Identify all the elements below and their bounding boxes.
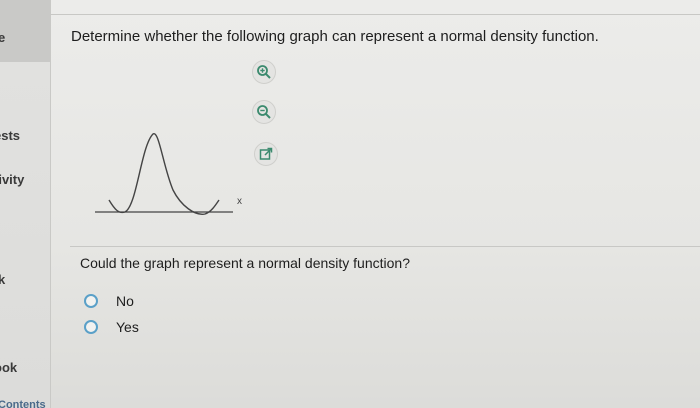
curve — [108, 133, 220, 215]
section-divider — [70, 246, 700, 247]
option-no-label: No — [116, 293, 134, 309]
option-yes-label: Yes — [116, 319, 139, 335]
page: e ests tivity k ook Contents Determine w… — [0, 0, 700, 408]
zoom-out-button[interactable] — [252, 100, 276, 124]
sidebar: e ests tivity k ook Contents — [0, 0, 51, 408]
sidebar-item-tests[interactable]: ests — [0, 128, 20, 143]
sidebar-item-contents[interactable]: Contents — [0, 399, 46, 408]
sidebar-item-activity[interactable]: tivity — [0, 172, 24, 187]
sidebar-item-4[interactable]: k — [0, 272, 5, 287]
radio-no[interactable] — [84, 294, 98, 308]
zoom-in-icon — [257, 65, 271, 79]
zoom-out-icon — [257, 105, 271, 119]
question-title: Determine whether the following graph ca… — [71, 28, 599, 45]
popout-icon — [259, 147, 273, 160]
sidebar-item-book[interactable]: ook — [0, 360, 17, 375]
popout-button[interactable] — [254, 142, 278, 166]
sidebar-active-item[interactable] — [0, 0, 50, 62]
option-yes[interactable]: Yes — [84, 318, 139, 336]
radio-yes[interactable] — [84, 320, 98, 334]
top-divider — [50, 14, 700, 15]
sidebar-item-1[interactable]: e — [0, 30, 5, 45]
zoom-in-button[interactable] — [252, 60, 276, 84]
sub-question: Could the graph represent a normal densi… — [80, 255, 410, 271]
option-no[interactable]: No — [84, 292, 134, 310]
density-graph: x — [95, 126, 255, 223]
x-axis-label: x — [237, 196, 242, 207]
